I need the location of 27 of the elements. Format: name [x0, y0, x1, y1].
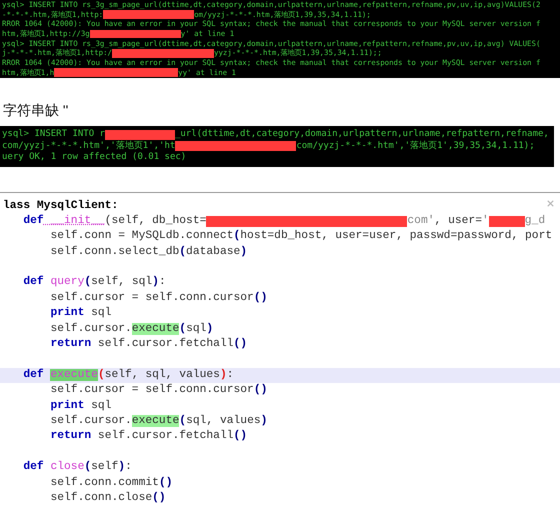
code-line: self.conn.select_db(database)	[49, 244, 248, 260]
code-line: lass MysqlClient:	[3, 198, 118, 214]
terminal-text: ysql> INSERT INTO r	[2, 129, 105, 140]
code-line: self.cursor = self.conn.cursor()	[49, 383, 268, 398]
code-line: self.conn.close()	[49, 490, 166, 506]
redaction-block	[488, 216, 525, 228]
terminal-line: uery OK, 1 row affected (0.01 sec)	[2, 152, 186, 164]
terminal-text: com/yyzj-*-*-*.htm','落地页1',39,35,34,1.11);	[296, 140, 535, 152]
code-line: def close(self):	[22, 460, 132, 476]
code-line: self.cursor = self.conn.cursor()	[49, 290, 268, 306]
caption-text: 字符串缺 ''	[3, 102, 70, 120]
code-line: self.conn.commit()	[49, 476, 172, 491]
code-line: def execute(self, sql, values):	[22, 368, 234, 383]
code-line: self.cursor.execute(sql, values)	[49, 414, 268, 429]
code-line: print sql	[49, 398, 112, 414]
code-text: g_d	[524, 214, 546, 229]
code-text: def __init__(self, db_host=	[22, 214, 206, 229]
code-text: com', user='	[407, 214, 489, 229]
close-icon[interactable]	[546, 198, 555, 208]
code-line: return self.cursor.fetchall()	[49, 429, 248, 444]
code-line: def query(self, sql):	[22, 275, 166, 290]
code-line: self.cursor.execute(sql)	[49, 322, 214, 337]
code-line: print sql	[49, 306, 112, 322]
terminal-text: com/yyzj-*-*-*.htm','落地页1','ht	[2, 140, 176, 152]
terminal-text: _url(dttime,dt,category,domain,urlpattern,urlname,refpattern,refname,	[174, 129, 549, 140]
code-line: return self.cursor.fetchall()	[49, 337, 248, 352]
code-line: self.conn = MySQLdb.connect(host=db_host, user=user, passwd=password, port	[49, 229, 552, 244]
